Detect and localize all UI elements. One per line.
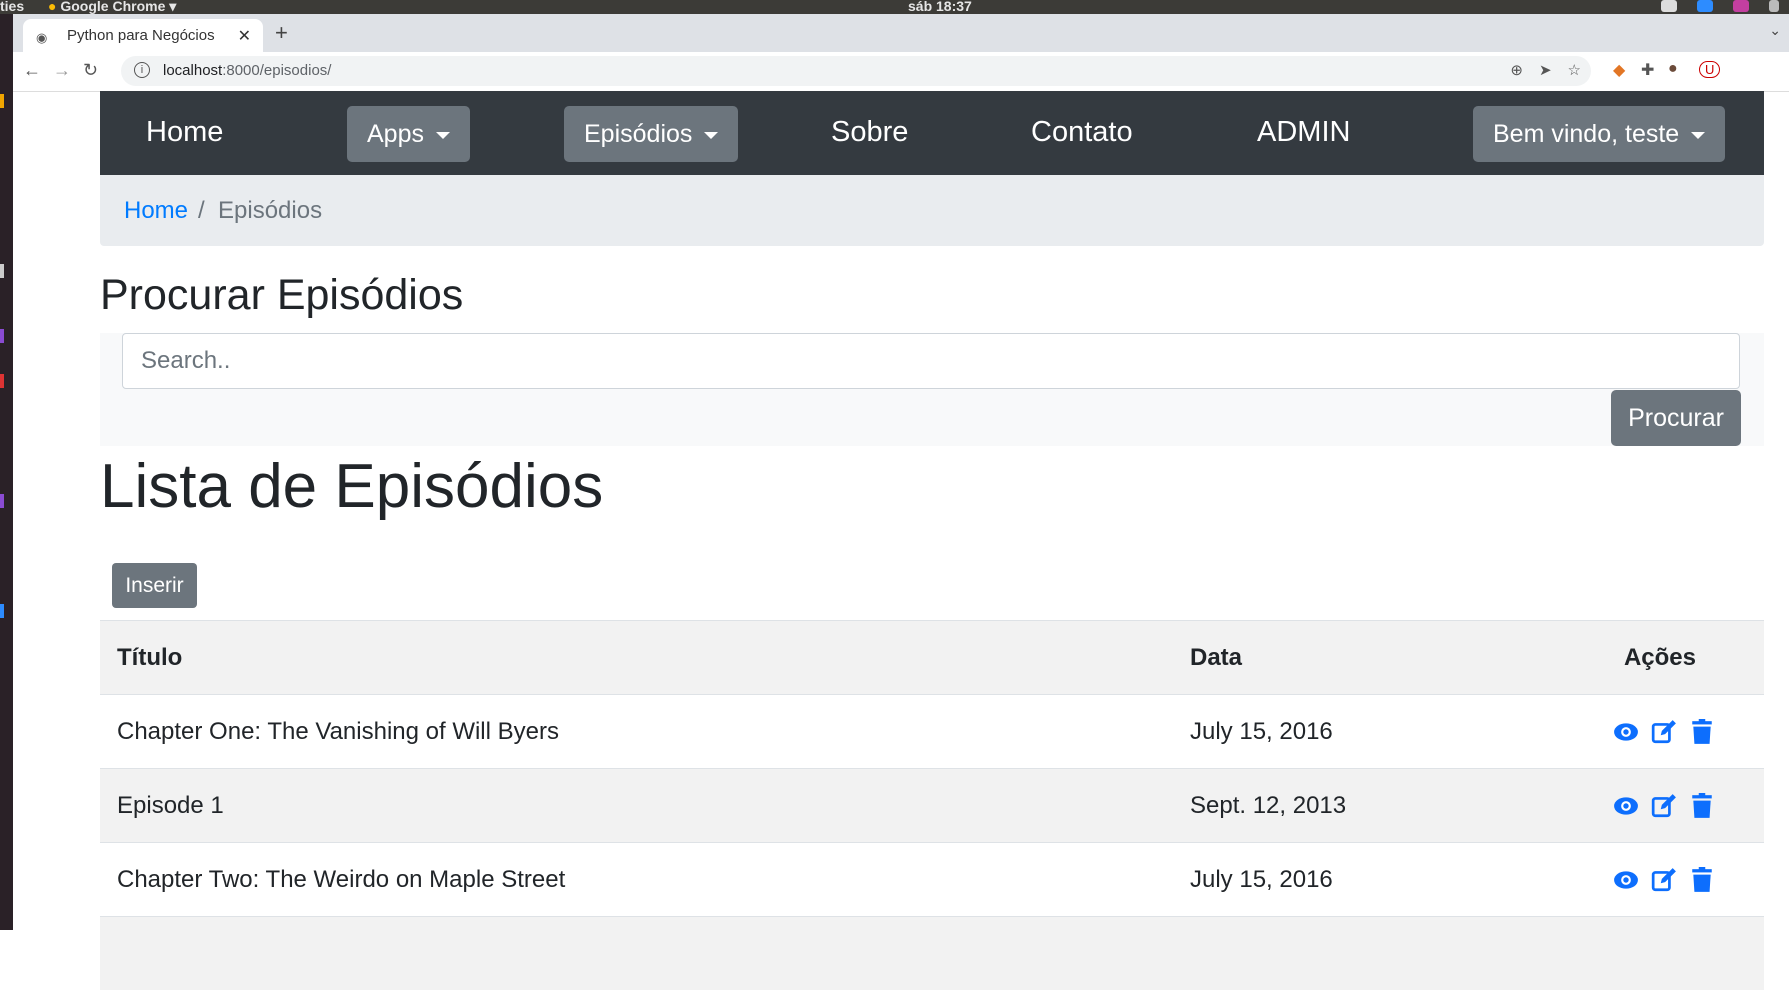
eye-icon[interactable] bbox=[1613, 867, 1639, 893]
nav-contato[interactable]: Contato bbox=[1031, 116, 1133, 149]
table-row: Chapter Two: The Weirdo on Maple Street … bbox=[100, 843, 1764, 917]
trash-icon[interactable] bbox=[1689, 719, 1715, 745]
info-icon[interactable]: i bbox=[134, 62, 150, 78]
table-row-partial bbox=[100, 917, 1764, 990]
search-title: Procurar Episódios bbox=[100, 271, 463, 320]
update-badge[interactable]: U bbox=[1699, 61, 1720, 78]
os-activities-label[interactable]: ties bbox=[0, 0, 24, 14]
browser-tab-strip: ◉ Python para Negócios ✕ + ⌄ bbox=[13, 14, 1789, 52]
caret-down-icon bbox=[704, 132, 718, 139]
edit-icon[interactable] bbox=[1651, 793, 1677, 819]
browser-tab[interactable]: ◉ Python para Negócios ✕ bbox=[23, 19, 263, 52]
url-text[interactable]: localhost:8000/episodios/ bbox=[163, 62, 331, 79]
extensions-icon[interactable]: ✚ bbox=[1641, 60, 1654, 80]
row-title: Chapter One: The Vanishing of Will Byers bbox=[100, 695, 1173, 769]
edit-icon[interactable] bbox=[1651, 719, 1677, 745]
episodes-table: Título Data Ações Chapter One: The Vanis… bbox=[100, 620, 1764, 990]
breadcrumb-home-link[interactable]: Home bbox=[124, 197, 188, 225]
navbar: Home Apps Episódios Sobre Contato ADMIN … bbox=[100, 91, 1764, 175]
caret-down-icon bbox=[1691, 132, 1705, 139]
forward-icon[interactable]: → bbox=[53, 60, 71, 81]
row-date: July 15, 2016 bbox=[1173, 695, 1523, 769]
apps-dropdown-label: Apps bbox=[367, 120, 424, 148]
list-title: Lista de Episódios bbox=[100, 451, 603, 522]
zoom-icon[interactable]: ⊕ bbox=[1510, 61, 1523, 79]
nav-admin[interactable]: ADMIN bbox=[1257, 116, 1350, 149]
tray-app-icon[interactable] bbox=[1661, 0, 1677, 12]
episodios-dropdown[interactable]: Episódios bbox=[564, 106, 738, 162]
breadcrumb-separator: / bbox=[198, 197, 205, 225]
search-input[interactable] bbox=[122, 333, 1740, 389]
header-data: Data bbox=[1173, 621, 1523, 695]
apps-dropdown[interactable]: Apps bbox=[347, 106, 470, 162]
page: Home Apps Episódios Sobre Contato ADMIN … bbox=[100, 91, 1764, 246]
star-icon[interactable]: ☆ bbox=[1568, 61, 1581, 79]
row-date: Sept. 12, 2013 bbox=[1173, 769, 1523, 843]
url-host: localhost bbox=[163, 62, 222, 79]
dock-indicator-icon[interactable] bbox=[0, 264, 4, 278]
row-date: July 15, 2016 bbox=[1173, 843, 1523, 917]
nav-home[interactable]: Home bbox=[146, 116, 223, 149]
row-actions bbox=[1523, 769, 1764, 843]
header-titulo: Título bbox=[100, 621, 1173, 695]
trash-icon[interactable] bbox=[1689, 793, 1715, 819]
eye-icon[interactable] bbox=[1613, 719, 1639, 745]
nav-sobre[interactable]: Sobre bbox=[831, 116, 908, 149]
dock-indicator-icon[interactable] bbox=[0, 374, 4, 388]
firefox-icon[interactable] bbox=[1733, 0, 1749, 12]
dock-indicator-icon[interactable] bbox=[0, 94, 4, 108]
table-row: Chapter One: The Vanishing of Will Byers… bbox=[100, 695, 1764, 769]
os-dock bbox=[0, 14, 13, 930]
close-icon[interactable]: ✕ bbox=[238, 26, 251, 46]
back-icon[interactable]: ← bbox=[23, 60, 41, 81]
row-title: Episode 1 bbox=[100, 769, 1173, 843]
metamask-icon[interactable]: ◆ bbox=[1613, 60, 1625, 80]
omnibox-actions: ⊕ ➤ ☆ bbox=[1510, 61, 1581, 79]
trash-icon[interactable] bbox=[1689, 867, 1715, 893]
search-button[interactable]: Procurar bbox=[1611, 390, 1741, 446]
reload-icon[interactable]: ↻ bbox=[83, 60, 98, 81]
insert-button[interactable]: Inserir bbox=[112, 563, 197, 608]
os-top-bar: ties ● Google Chrome ▾ sáb 18:37 bbox=[0, 0, 1789, 14]
os-tray bbox=[1661, 0, 1779, 14]
globe-icon: ◉ bbox=[36, 30, 47, 46]
address-bar[interactable]: i localhost:8000/episodios/ ⊕ ➤ ☆ bbox=[121, 56, 1591, 86]
row-actions bbox=[1523, 843, 1764, 917]
send-icon[interactable]: ➤ bbox=[1539, 61, 1552, 79]
header-acoes: Ações bbox=[1523, 621, 1764, 695]
eye-icon[interactable] bbox=[1613, 793, 1639, 819]
tab-search-icon[interactable]: ⌄ bbox=[1769, 22, 1781, 39]
dock-indicator-icon[interactable] bbox=[0, 329, 4, 343]
episodios-dropdown-label: Episódios bbox=[584, 120, 692, 148]
tab-title: Python para Negócios bbox=[67, 27, 215, 44]
network-icon[interactable] bbox=[1769, 0, 1779, 12]
zoom-icon[interactable] bbox=[1697, 0, 1713, 12]
user-dropdown[interactable]: Bem vindo, teste bbox=[1473, 106, 1725, 162]
breadcrumb: Home / Episódios bbox=[100, 175, 1764, 246]
caret-down-icon bbox=[436, 132, 450, 139]
os-app-menu[interactable]: ● Google Chrome ▾ bbox=[48, 0, 176, 15]
table-header-row: Título Data Ações bbox=[100, 621, 1764, 695]
search-form: Procurar bbox=[100, 333, 1764, 446]
breadcrumb-current: Episódios bbox=[218, 197, 322, 225]
row-title: Chapter Two: The Weirdo on Maple Street bbox=[100, 843, 1173, 917]
user-dropdown-label: Bem vindo, teste bbox=[1493, 120, 1679, 148]
os-clock[interactable]: sáb 18:37 bbox=[908, 0, 972, 14]
browser-toolbar: ← → ↻ i localhost:8000/episodios/ ⊕ ➤ ☆ … bbox=[13, 52, 1789, 92]
new-tab-button[interactable]: + bbox=[275, 20, 288, 46]
os-app-label: Google Chrome bbox=[60, 0, 165, 14]
url-path: :8000/episodios/ bbox=[222, 62, 331, 79]
dock-indicator-icon[interactable] bbox=[0, 494, 4, 508]
row-actions bbox=[1523, 695, 1764, 769]
avatar[interactable]: ● bbox=[1668, 60, 1678, 78]
table-row: Episode 1 Sept. 12, 2013 bbox=[100, 769, 1764, 843]
edit-icon[interactable] bbox=[1651, 867, 1677, 893]
dock-indicator-icon[interactable] bbox=[0, 604, 4, 618]
chrome-icon: ● bbox=[48, 0, 56, 14]
